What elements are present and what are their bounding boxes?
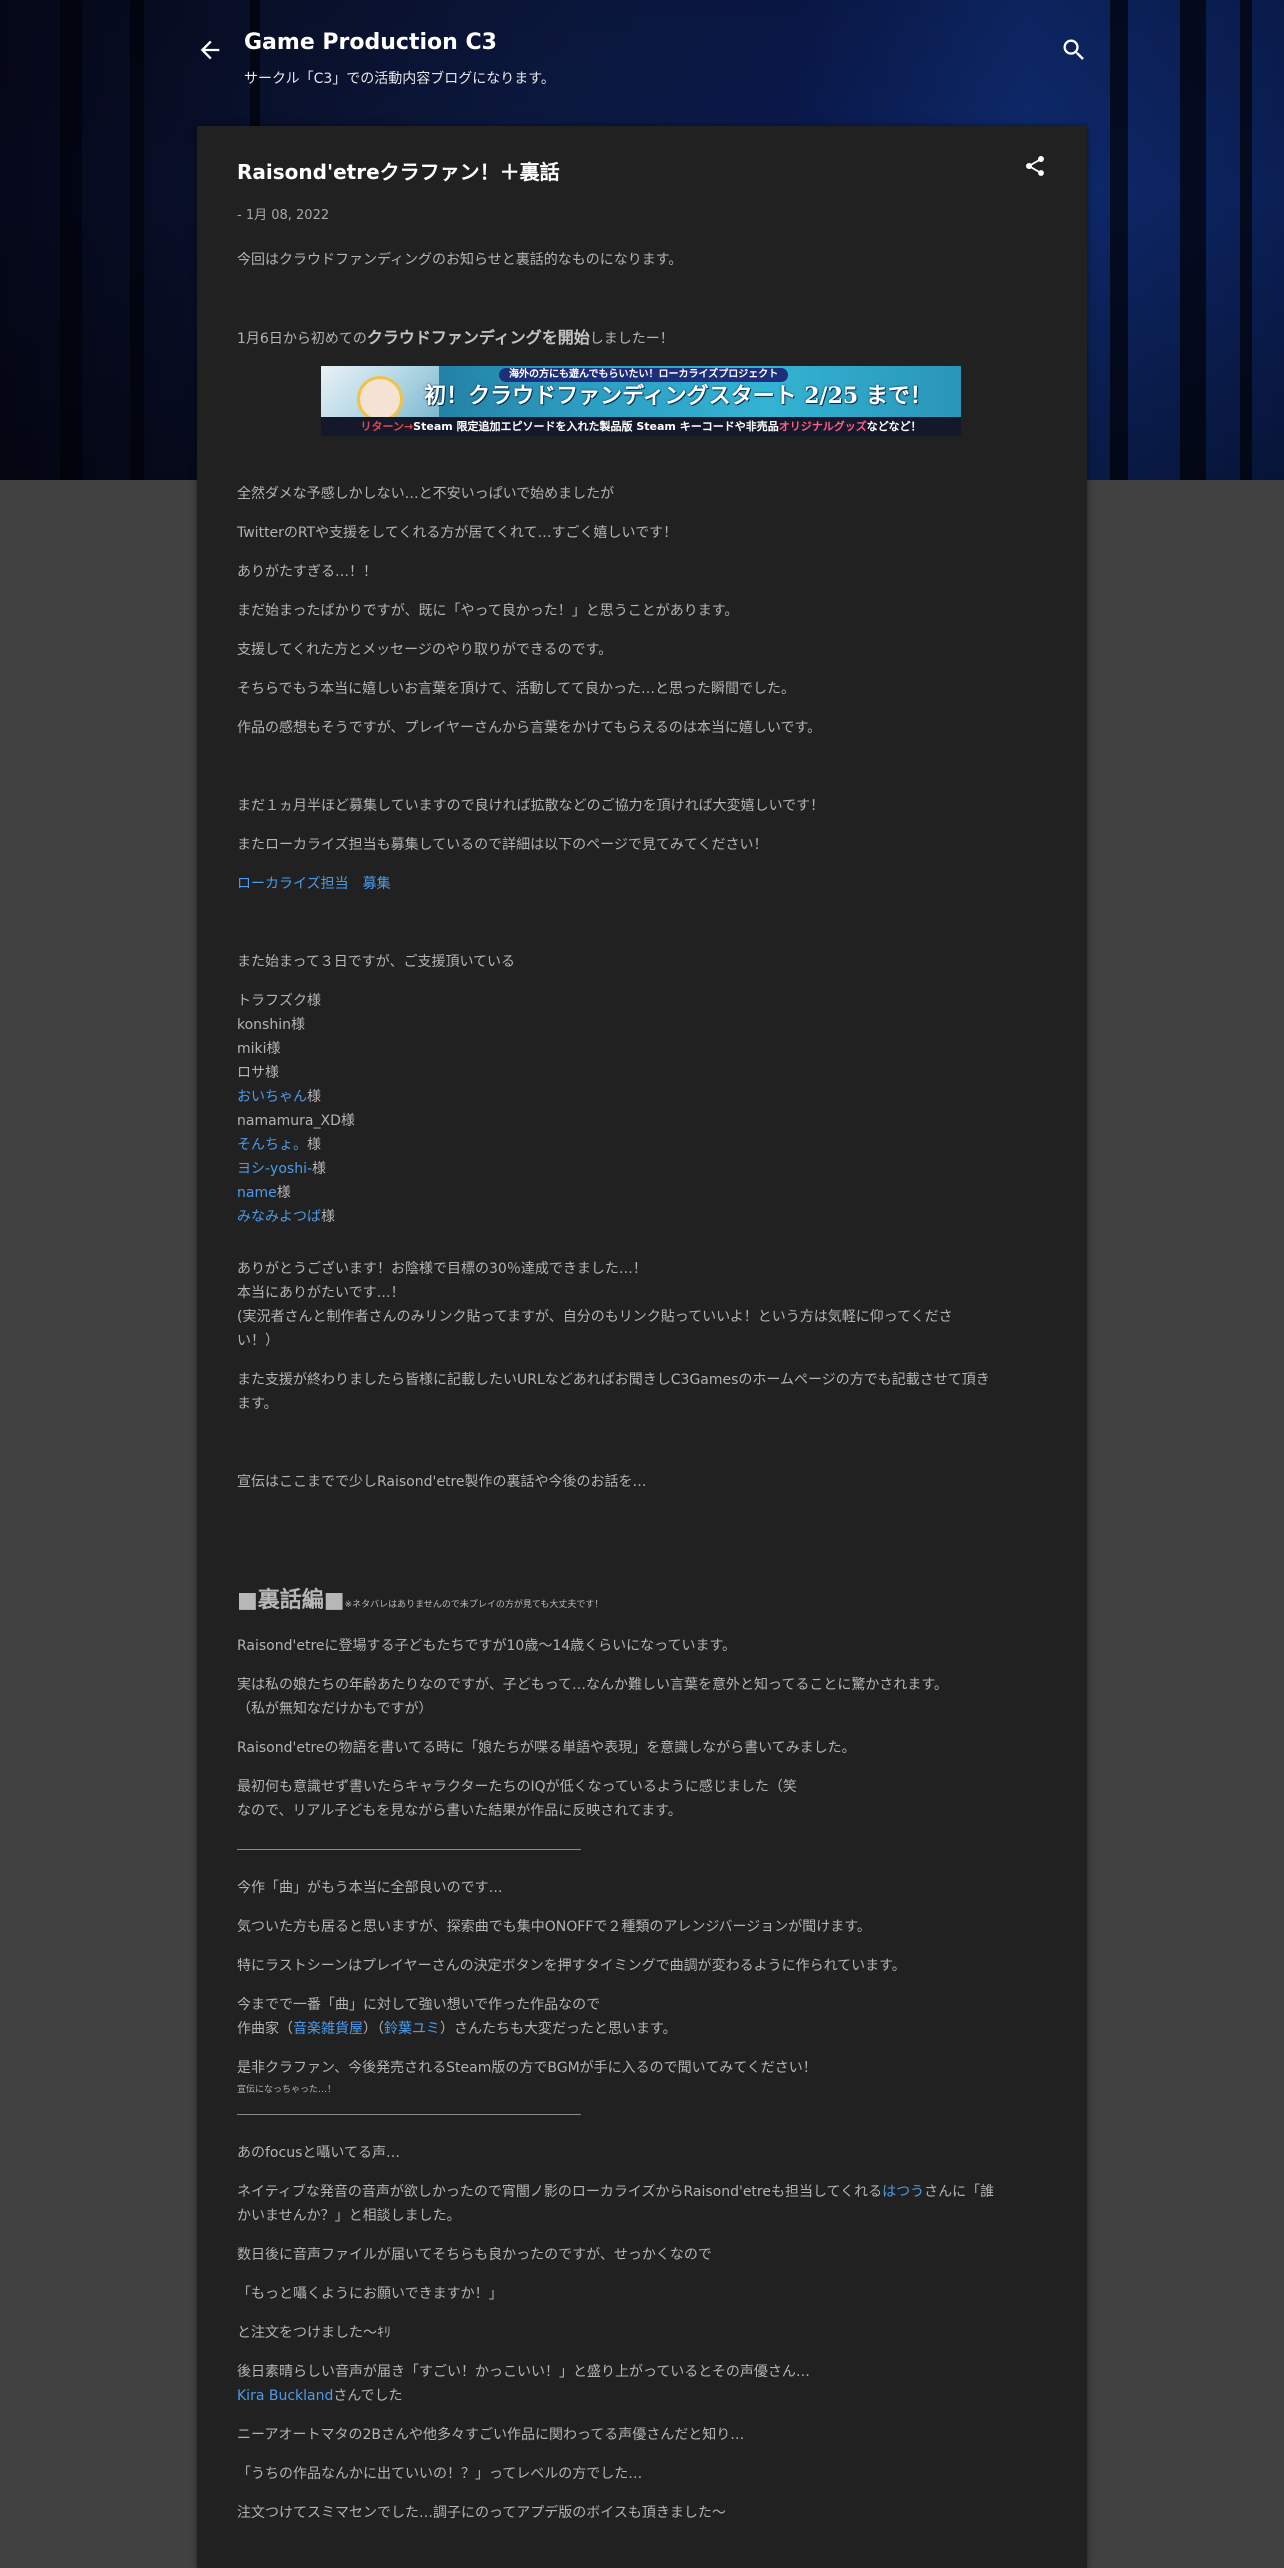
paragraph: 特にラストシーンはプレイヤーさんの決定ボタンを押すタイミングで曲調が変わるように… [237, 1958, 906, 1974]
supporter-item: ヨシ-yoshi-様 [237, 1161, 327, 1177]
composer-link[interactable]: 音楽雑貨屋 [293, 2021, 363, 2037]
post-date[interactable]: - 1月 08, 2022 [237, 204, 329, 223]
post-title[interactable]: Raisond'etreクラファン！＋裏話 [237, 156, 560, 185]
paragraph: 是非クラファン、今後発売されるSteam版の方でBGMが手に入るので聞いてみてく… [237, 2060, 817, 2076]
supporter-item: miki様 [237, 1041, 281, 1057]
supporter-item: みなみよつば様 [237, 1209, 335, 1225]
paragraph: ありがたすぎる…！！ [237, 564, 377, 580]
back-button[interactable] [196, 36, 224, 64]
blog-description: サークル「C3」での活動内容ブログになります。 [244, 71, 555, 87]
paragraph: 今までで一番「曲」に対して強い想いで作った作品なので [237, 1997, 601, 2013]
paragraph: 気ついた方も居ると思いますが、探索曲でも集中ONOFFで２種類のアレンジバージョ… [237, 1919, 871, 1935]
supporter-item: おいちゃん様 [237, 1089, 321, 1105]
paragraph: 全然ダメな予感しかしない…と不安いっぱいで始めましたが [237, 486, 615, 502]
blog-title[interactable]: Game Production C3 [244, 30, 497, 55]
small-note: 宣伝になっちゃった…！ [237, 2085, 337, 2095]
paragraph: 1月6日から初めてのクラウドファンディングを開始しましたー！ [237, 328, 674, 347]
paragraph: 作品の感想もそうですが、プレイヤーさんから言葉をかけてもらえるのは本当に嬉しいで… [237, 720, 822, 736]
paragraph: 後日素晴らしい音声が届き「すごい！かっこいい！」と盛り上がっているとその声優さん… [237, 2364, 810, 2380]
paragraph: 実は私の娘たちの年齢あたりなのですが、子どもって…なんか難しい言葉を意外と知って… [237, 1677, 948, 1693]
supporter-item: name様 [237, 1185, 291, 1201]
share-icon [1026, 156, 1044, 176]
search-button[interactable] [1060, 36, 1088, 64]
crowdfunding-banner-image[interactable]: 海外の方にも遊んでもらいたい！ローカライズプロジェクト 初！クラウドファンディン… [321, 366, 961, 436]
paragraph: 「うちの作品なんかに出ていいの！？」ってレベルの方でした… [237, 2466, 643, 2482]
paragraph: Raisond'etreの物語を書いてる時に「娘たちが喋る単語や表現」を意識しな… [237, 1740, 856, 1756]
paragraph: (実況者さんと制作者さんのみリンク貼ってますが、自分のもリンク貼っていいよ！とい… [237, 1309, 953, 1325]
divider [237, 2114, 581, 2115]
paragraph: またローカライズ担当も募集しているので詳細は以下のページで見てみてください！ [237, 837, 768, 853]
paragraph: Kira Bucklandさんでした [237, 2388, 403, 2404]
paragraph: Raisond'etreに登場する子どもたちですが10歳～14歳くらいになってい… [237, 1638, 737, 1654]
paragraph: また始まって３日ですが、ご支援頂いている [237, 954, 516, 970]
paragraph: TwitterのRTや支援をしてくれる方が居てくれて…すごく嬉しいです！ [237, 525, 678, 541]
paragraph: 「もっと囁くようにお願いできますか！」 [237, 2286, 503, 2302]
paragraph: （私が無知なだけかもですが） [237, 1701, 433, 1717]
supporter-item: ロサ様 [237, 1065, 279, 1081]
paragraph: また支援が終わりましたら皆様に記載したいURLなどあればお聞きしC3Gamesの… [237, 1372, 990, 1388]
paragraph: なので、リアル子どもを見ながら書いた結果が作品に反映されてます。 [237, 1803, 682, 1819]
paragraph: 作曲家（音楽雑貨屋）（鈴葉ユミ）さんたちも大変だったと思います。 [237, 2021, 677, 2037]
voice-actor-link[interactable]: Kira Buckland [237, 2388, 333, 2404]
search-icon [1063, 39, 1084, 60]
paragraph: と注文をつけました～ｷﾘ [237, 2325, 391, 2341]
paragraph: い！） [237, 1333, 279, 1349]
supporter-item: トラフズク様 [237, 993, 321, 1009]
banner-headline: 初！クラウドファンディングスタート 2/25 まで！ [424, 383, 932, 409]
arrow-back-icon [200, 40, 220, 60]
share-button[interactable] [1023, 154, 1047, 178]
post-card: Raisond'etreクラファン！＋裏話 - 1月 08, 2022 今回はク… [197, 126, 1087, 2568]
paragraph: 数日後に音声ファイルが届いてそちらも良かったのですが、せっかくなので [237, 2247, 712, 2263]
paragraph: ネイティブな発音の音声が欲しかったので宵闇ノ影のローカライズからRaisond'… [237, 2184, 995, 2200]
translator-link[interactable]: はつう [882, 2184, 924, 2200]
paragraph: 本当にありがたいです…！ [237, 1285, 405, 1301]
banner-returns: リターン→Steam 限定追加エピソードを入れた製品版 Steam キーコードや… [321, 417, 961, 436]
supporter-item: konshin様 [237, 1017, 305, 1033]
composer-link[interactable]: 鈴葉ユミ [384, 2021, 440, 2037]
paragraph: 注文つけてスミマセンでした…調子にのってアプデ版のボイスも頂きました～ [237, 2505, 726, 2521]
supporter-link[interactable]: おいちゃん [237, 1089, 307, 1105]
section-heading: ■裏話編■※ネタバレはありませんので未プレイの方が見ても大丈夫です！ [237, 1588, 604, 1613]
paragraph: ローカライズ担当 募集 [237, 872, 391, 896]
supporter-link[interactable]: ヨシ-yoshi- [237, 1161, 312, 1177]
paragraph: あのfocusと囁いてる声… [237, 2145, 400, 2161]
paragraph: 最初何も意識せず書いたらキャラクターたちのIQが低くなっているように感じました（… [237, 1779, 797, 1795]
supporter-link[interactable]: みなみよつば [237, 1209, 321, 1225]
divider [237, 1849, 581, 1850]
spoiler-note: ※ネタバレはありませんので未プレイの方が見ても大丈夫です！ [344, 1600, 604, 1610]
paragraph: ニーアオートマタの2Bさんや他多々すごい作品に関わってる声優さんだと知り… [237, 2427, 745, 2443]
paragraph: 宣伝はここまでで少しRaisond'etre製作の裏話や今後のお話を… [237, 1474, 647, 1490]
paragraph: 今回はクラウドファンディングのお知らせと裏話的なものになります。 [237, 252, 683, 268]
supporter-item: namamura_XD様 [237, 1113, 355, 1129]
paragraph: まだ始まったばかりですが、既に「やって良かった！」と思うことがあります。 [237, 603, 739, 619]
paragraph: そちらでもう本当に嬉しいお言葉を頂けて、活動してて良かった…と思った瞬間でした。 [237, 681, 796, 697]
paragraph: かいませんか？」と相談しました。 [237, 2208, 461, 2224]
paragraph: まだ１ヵ月半ほど募集していますので良ければ拡散などのご協力を頂ければ大変嬉しいで… [237, 798, 825, 814]
supporter-link[interactable]: そんちょ。 [237, 1137, 307, 1153]
paragraph: ありがとうございます！お陰様で目標の30％達成できました…！ [237, 1261, 647, 1277]
paragraph: 支援してくれた方とメッセージのやり取りができるのです。 [237, 642, 613, 658]
paragraph: ます。 [237, 1396, 278, 1412]
supporter-item: そんちょ。様 [237, 1137, 321, 1153]
localize-recruit-link[interactable]: ローカライズ担当 募集 [237, 876, 391, 892]
supporter-link[interactable]: name [237, 1185, 277, 1201]
paragraph: 今作「曲」がもう本当に全部良いのです… [237, 1880, 503, 1896]
